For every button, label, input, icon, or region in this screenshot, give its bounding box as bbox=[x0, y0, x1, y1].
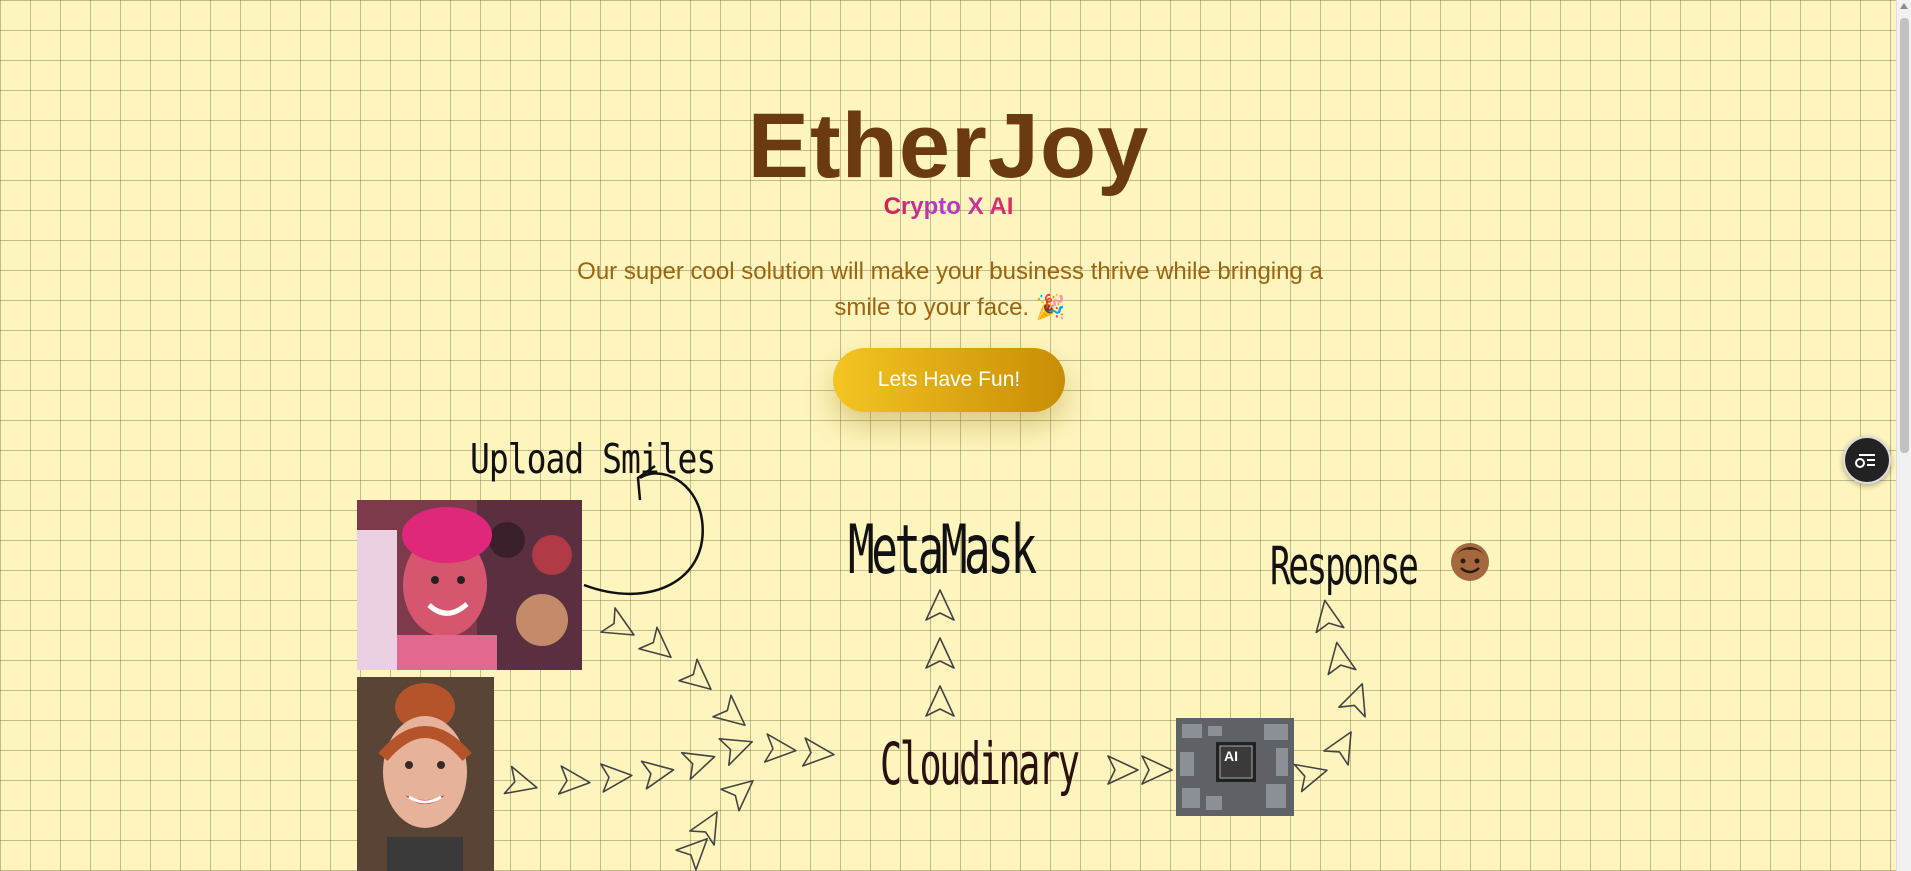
page-scrollbar[interactable] bbox=[1896, 0, 1911, 871]
settings-list-button[interactable] bbox=[1843, 436, 1891, 484]
flow-arrows bbox=[503, 464, 1377, 871]
settings-list-icon bbox=[1855, 454, 1875, 468]
scrollbar-thumb[interactable] bbox=[1900, 18, 1909, 453]
scroll-up-icon[interactable] bbox=[1900, 3, 1908, 9]
